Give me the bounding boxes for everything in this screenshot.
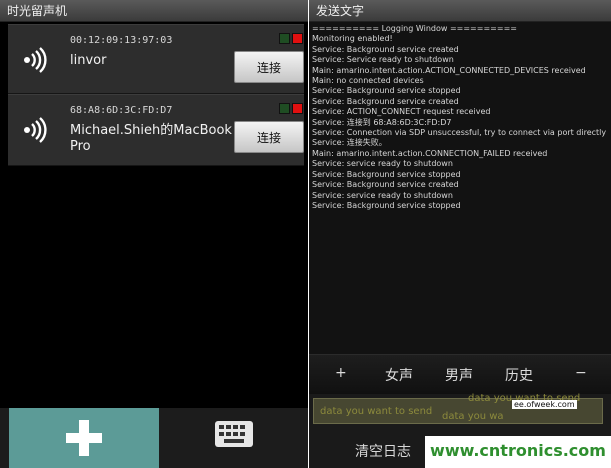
cntronics-watermark: www.cntronics.com <box>425 436 611 468</box>
bluetooth-signal-icon <box>24 47 47 73</box>
ghost-text: data you wa <box>442 411 504 422</box>
status-led-green <box>279 103 290 114</box>
clear-log-button[interactable]: 清空日志 <box>355 441 411 461</box>
log-line: Main: amarino.intent.action.ACTION_CONNE… <box>312 65 586 75</box>
device-address: 68:A8:6D:3C:FD:D7 <box>70 105 173 116</box>
logging-window: ========== Logging Window ========== Mon… <box>312 24 608 211</box>
device-name: linvor <box>70 53 107 68</box>
voice-plus-button[interactable]: + <box>335 365 347 381</box>
log-line: Service: ACTION_CONNECT request received <box>312 107 491 117</box>
bottom-bar <box>0 408 308 468</box>
log-line: Service: Background service created <box>312 44 459 54</box>
ofweek-watermark: ee.ofweek.com <box>512 400 577 409</box>
send-text-screen: 发送文字 ========== Logging Window =========… <box>309 0 611 468</box>
log-line: Service: Background service created <box>312 180 459 190</box>
keyboard-button[interactable] <box>160 408 308 468</box>
voice-minus-button[interactable]: − <box>575 365 587 381</box>
voice-bar: + 女声 男声 历史 − <box>309 354 611 395</box>
log-line: ========== Logging Window ========== <box>312 24 517 33</box>
keyboard-icon <box>215 421 253 447</box>
log-line: Service: 连接到 68:A8:6D:3C:FD:D7 <box>312 117 452 127</box>
status-led-red <box>292 33 303 44</box>
log-line: Monitoring enabled! <box>312 34 393 44</box>
log-line: Service: Connection via SDP unsuccessful… <box>312 128 607 138</box>
log-line: Service: Background service stopped <box>312 86 461 96</box>
connect-button[interactable]: 连接 <box>234 121 304 153</box>
device-item-macbook[interactable]: 68:A8:6D:3C:FD:D7 Michael.Shieh的MacBook … <box>8 94 304 166</box>
log-line: Service: Background service created <box>312 96 459 106</box>
log-line: Service: Background service stopped <box>312 169 461 179</box>
bluetooth-signal-icon <box>24 117 47 143</box>
status-led-red <box>292 103 303 114</box>
device-list-screen: 时光留声机 00:12:09:13:97:03 linvor 连接 68:A8:… <box>0 0 308 468</box>
log-line: Service: service ready to shutdown <box>312 190 453 200</box>
log-line: Main: no connected devices <box>312 76 424 86</box>
app-title: 时光留声机 <box>0 0 308 22</box>
status-led-green <box>279 33 290 44</box>
screen-title: 发送文字 <box>309 0 611 22</box>
log-line: Service: service ready to shutdown <box>312 159 453 169</box>
message-input[interactable]: data you want to send data you want to s… <box>313 393 603 424</box>
log-line: Main: amarino.intent.action.CONNECTION_F… <box>312 148 548 158</box>
history-button[interactable]: 历史 <box>505 365 533 385</box>
male-voice-button[interactable]: 男声 <box>445 365 473 385</box>
log-line: Service: 连接失败。 <box>312 138 387 148</box>
device-address: 00:12:09:13:97:03 <box>70 35 173 46</box>
log-line: Service: Background service stopped <box>312 200 461 210</box>
connect-button[interactable]: 连接 <box>234 51 304 83</box>
add-device-button[interactable] <box>9 408 159 468</box>
female-voice-button[interactable]: 女声 <box>385 365 413 385</box>
input-placeholder: data you want to send <box>320 406 433 417</box>
device-name: Michael.Shieh的MacBook Pro <box>70 123 232 154</box>
device-item-linvor[interactable]: 00:12:09:13:97:03 linvor 连接 <box>8 24 304 94</box>
log-line: Service: Service ready to shutdown <box>312 55 454 65</box>
